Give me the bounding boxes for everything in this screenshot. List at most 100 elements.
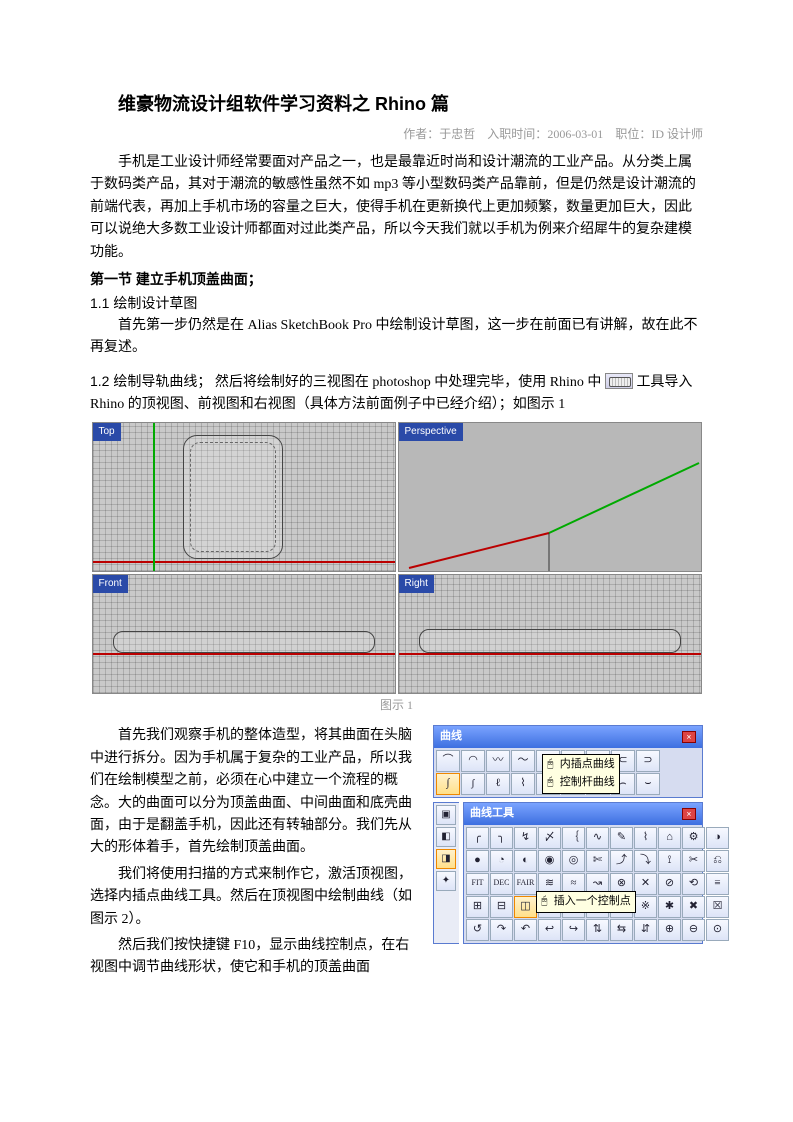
tool-icon[interactable]: ╭ [466, 827, 489, 849]
tool-icon[interactable]: ⚙ [682, 827, 705, 849]
curve-tool-icon[interactable]: ℓ [486, 773, 510, 795]
section-1-2: 1.2 绘制导轨曲线； 然后将绘制好的三视图在 photoshop 中处理完毕，… [90, 370, 703, 417]
side-tool-icon[interactable]: ◨ [436, 849, 456, 869]
byline: 作者：于忠哲 入职时间：2006-03-01 职位：ID 设计师 [90, 125, 703, 144]
tool-icon[interactable]: ╮ [490, 827, 513, 849]
curve-tool-icon[interactable]: ⌇ [511, 773, 535, 795]
tool-icon[interactable]: ｛ [562, 827, 585, 849]
tooltip-insert-control-point: 🖰 插入一个控制点 [536, 891, 636, 913]
tool-icon[interactable]: ◔ [490, 850, 513, 872]
fair-tool-icon[interactable]: FAIR [514, 873, 537, 895]
dec-tool-icon[interactable]: DEC [490, 873, 513, 895]
close-icon[interactable]: × [682, 808, 696, 820]
side-tool-column: ▣ ◧ ◨ ✦ [433, 802, 459, 944]
side-tool-icon[interactable]: ◧ [436, 827, 456, 847]
join-label: 入职时间： [487, 127, 547, 141]
tool-icon[interactable]: ⤵ [634, 850, 657, 872]
tool-icon[interactable]: ※ [634, 896, 657, 918]
tool-icon[interactable]: ⟟ [658, 850, 681, 872]
viewport-right: Right [398, 574, 702, 694]
tool-icon[interactable]: ⤴ [610, 850, 633, 872]
tool-icon[interactable]: ◐ [514, 850, 537, 872]
tool-icon[interactable]: ⎌ [706, 850, 729, 872]
viewport-top: Top [92, 422, 396, 572]
tool-icon[interactable]: ✂ [682, 850, 705, 872]
tool-icon[interactable]: ∿ [586, 827, 609, 849]
phone-right-outline [419, 629, 681, 653]
picture-frame-tool-icon [605, 373, 633, 389]
figure-1-caption: 图示 1 [90, 696, 703, 715]
viewport-label-right: Right [399, 575, 434, 593]
tooltip-ctrl-text: 控制杆曲线 [560, 776, 615, 788]
tool-icon[interactable]: ↺ [466, 919, 489, 941]
curve-tool-icon[interactable]: ʃ [461, 773, 485, 795]
tool-icon[interactable]: ⊖ [682, 919, 705, 941]
viewport-label-front: Front [93, 575, 128, 593]
tool-icon[interactable]: ⊞ [466, 896, 489, 918]
tool-icon[interactable]: ◑ [706, 827, 729, 849]
tool-icon[interactable]: ◉ [538, 850, 561, 872]
tool-icon[interactable]: ⇵ [634, 919, 657, 941]
author: 于忠哲 [439, 127, 475, 141]
section-1-2-text-a: 然后将绘制好的三视图在 photoshop 中处理完毕，使用 Rhino 中 [215, 375, 602, 390]
tool-icon[interactable]: ↯ [514, 827, 537, 849]
curve-toolbar-panel: 曲线 × ⌒ ◠ 〰 〜 ◡ ∿ ◯ ⊂ ⊃ ∫ ʃ ℓ ⌇ ∩ ∪ ⊓ ⌢ [433, 725, 703, 798]
curve-tool-icon[interactable]: 〰 [486, 750, 510, 772]
curve-tool-icon[interactable]: ⊃ [636, 750, 660, 772]
curve-tool-icon[interactable]: 〜 [511, 750, 535, 772]
insert-control-point-tool-icon[interactable]: ◫ [514, 896, 537, 918]
role: ID 设计师 [651, 127, 703, 141]
tool-icon[interactable]: ⇆ [610, 919, 633, 941]
curve-tools-panel: 曲线工具 × ╭ ╮ ↯ 〆 ｛ ∿ ✎ ⌇ ⌂ ⚙ ◑ ● ◔ [463, 802, 703, 944]
tool-icon[interactable]: ◎ [562, 850, 585, 872]
tooltip-interp-text: 内插点曲线 [560, 758, 615, 770]
fit-tool-icon[interactable]: FIT [466, 873, 489, 895]
tool-icon[interactable]: ✄ [586, 850, 609, 872]
tool-icon[interactable]: ✎ [610, 827, 633, 849]
tool-icon[interactable]: ↶ [514, 919, 537, 941]
tool-icon[interactable]: ↪ [562, 919, 585, 941]
tool-icon[interactable]: ☒ [706, 896, 729, 918]
phone-front-outline [113, 631, 375, 653]
tool-icon[interactable]: ⌂ [658, 827, 681, 849]
close-icon[interactable]: × [682, 731, 696, 743]
intro-paragraph: 手机是工业设计师经常要面对产品之一，也是最靠近时尚和设计潮流的工业产品。从分类上… [90, 152, 703, 264]
sweep-paragraph: 我们将使用扫描的方式来制作它，激活顶视图，选择内插点曲线工具。然后在顶视图中绘制… [90, 864, 421, 931]
section-1-1-heading: 1.1 绘制设计草图 [90, 292, 703, 314]
tool-icon[interactable]: ↩ [538, 919, 561, 941]
side-tool-icon[interactable]: ▣ [436, 805, 456, 825]
phone-top-outline [183, 435, 283, 559]
tool-icon[interactable]: ⊕ [658, 919, 681, 941]
side-tool-icon[interactable]: ✦ [436, 871, 456, 891]
doc-title: 维豪物流设计组软件学习资料之 Rhino 篇 [90, 90, 703, 119]
curve-tool-icon[interactable]: ◠ [461, 750, 485, 772]
rhino-four-viewport-figure: Top Perspective Front Right [92, 422, 702, 694]
curve-tools-title[interactable]: 曲线工具 × [464, 803, 702, 825]
curve-tools-title-text: 曲线工具 [470, 805, 514, 823]
viewport-perspective: Perspective [398, 422, 702, 572]
curve-tool-icon[interactable]: ⌒ [436, 750, 460, 772]
tool-icon[interactable]: ↷ [490, 919, 513, 941]
tool-icon[interactable]: ● [466, 850, 489, 872]
join-date: 2006-03-01 [547, 127, 603, 141]
tool-icon[interactable]: ⊘ [658, 873, 681, 895]
section-1-1-text: 首先第一步仍然是在 Alias SketchBook Pro 中绘制设计草图，这… [90, 315, 703, 360]
curve-tool-icon[interactable]: ⌣ [636, 773, 660, 795]
curve-toolbar-title[interactable]: 曲线 × [434, 726, 702, 748]
tool-icon[interactable]: ⇅ [586, 919, 609, 941]
interp-curve-tool-icon[interactable]: ∫ [436, 773, 460, 795]
role-label: 职位： [615, 127, 651, 141]
tool-icon[interactable]: ⌇ [634, 827, 657, 849]
analysis-paragraph: 首先我们观察手机的整体造型，将其曲面在头脑中进行拆分。因为手机属于复杂的工业产品… [90, 725, 421, 859]
tool-icon[interactable]: 〆 [538, 827, 561, 849]
tool-icon[interactable]: ≡ [706, 873, 729, 895]
tool-icon[interactable]: ✱ [658, 896, 681, 918]
viewport-front: Front [92, 574, 396, 694]
tool-icon[interactable]: ⊙ [706, 919, 729, 941]
tool-icon[interactable]: ✕ [634, 873, 657, 895]
perspective-axes-icon [399, 423, 701, 571]
tool-icon[interactable]: ⊟ [490, 896, 513, 918]
section-1-2-heading: 1.2 绘制导轨曲线； [90, 373, 211, 389]
tool-icon[interactable]: ✖ [682, 896, 705, 918]
tool-icon[interactable]: ⟲ [682, 873, 705, 895]
